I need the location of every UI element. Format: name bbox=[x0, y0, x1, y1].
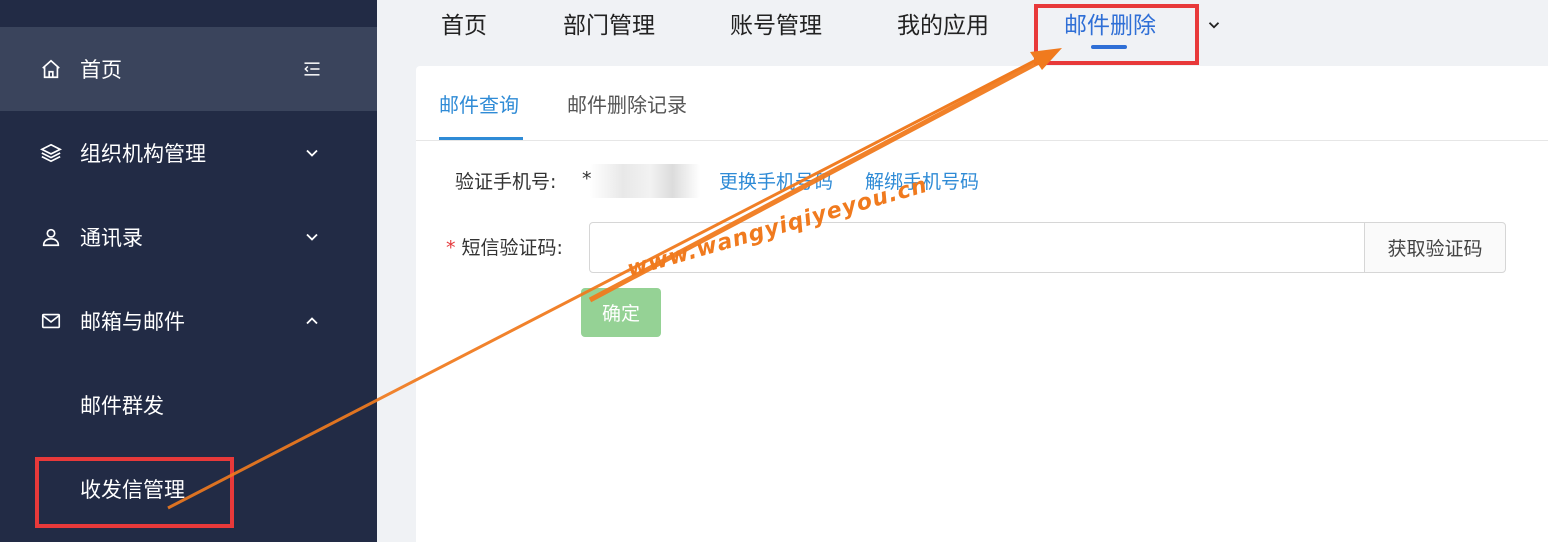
sidebar-item-label: 组织机构管理 bbox=[80, 142, 206, 166]
highlight-box-mail-management bbox=[35, 457, 234, 528]
masked-phone-number bbox=[590, 164, 700, 198]
sms-code-label: * 短信验证码: bbox=[446, 234, 563, 262]
confirm-button[interactable]: 确定 bbox=[581, 288, 661, 337]
layers-icon bbox=[40, 143, 62, 163]
sidebar-item-label: 邮箱与邮件 bbox=[80, 310, 185, 334]
change-phone-link[interactable]: 更换手机号码 bbox=[719, 168, 833, 196]
tab-department[interactable]: 部门管理 bbox=[563, 8, 655, 44]
tab-my-apps[interactable]: 我的应用 bbox=[897, 8, 989, 44]
sms-code-label-text: 短信验证码: bbox=[461, 237, 563, 259]
chevron-down-icon bbox=[306, 233, 318, 241]
subtab-mail-query[interactable]: 邮件查询 bbox=[439, 90, 519, 120]
tab-account[interactable]: 账号管理 bbox=[730, 8, 822, 44]
highlight-box-mail-delete-tab bbox=[1034, 4, 1199, 65]
sidebar-item-org[interactable]: 组织机构管理 bbox=[0, 111, 377, 195]
sidebar-item-label: 通讯录 bbox=[80, 226, 143, 250]
user-icon bbox=[42, 228, 60, 247]
home-icon bbox=[42, 59, 60, 79]
sidebar-item-home[interactable]: 首页 bbox=[0, 27, 377, 111]
get-code-button[interactable]: 获取验证码 bbox=[1364, 222, 1506, 273]
sidebar-subitem-bulk-mail[interactable]: 邮件群发 bbox=[0, 363, 377, 447]
mail-icon bbox=[41, 313, 61, 329]
chevron-down-icon[interactable] bbox=[1205, 16, 1223, 34]
menu-collapse-icon[interactable] bbox=[302, 59, 322, 79]
required-mark: * bbox=[446, 237, 456, 259]
phone-value: * bbox=[582, 168, 592, 190]
phone-label: 验证手机号: bbox=[455, 171, 557, 193]
sidebar-subitem-label: 邮件群发 bbox=[80, 394, 164, 418]
active-subtab-indicator bbox=[439, 137, 523, 140]
sidebar-item-mailbox[interactable]: 邮箱与邮件 bbox=[0, 279, 377, 363]
sidebar-item-label: 首页 bbox=[80, 58, 122, 82]
chevron-up-icon bbox=[306, 317, 318, 325]
tab-home[interactable]: 首页 bbox=[441, 8, 487, 44]
subtab-delete-records[interactable]: 邮件删除记录 bbox=[567, 90, 687, 120]
chevron-down-icon bbox=[306, 149, 318, 157]
sidebar-item-contacts[interactable]: 通讯录 bbox=[0, 195, 377, 279]
